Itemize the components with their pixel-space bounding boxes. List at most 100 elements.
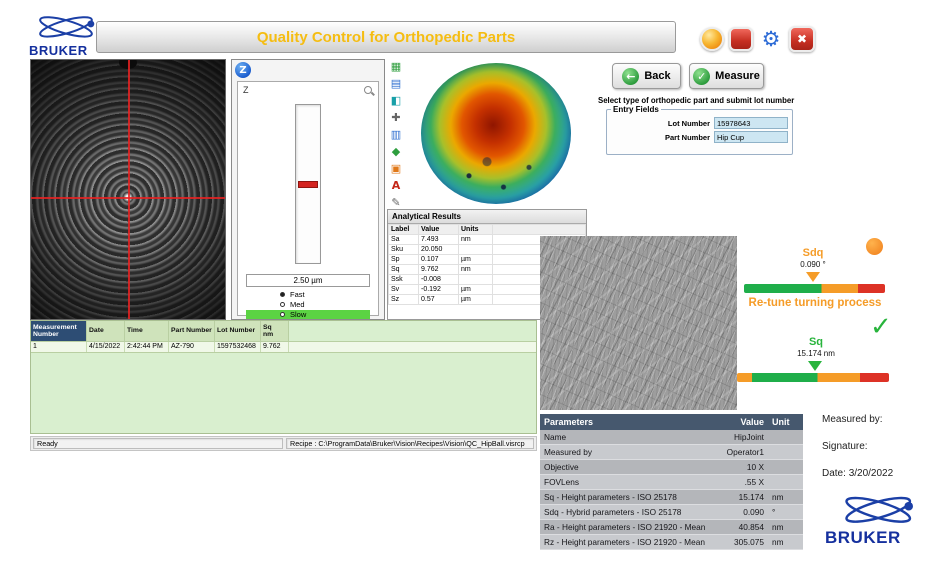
analysis-col-filler: [493, 225, 586, 235]
surface-map-panel: [405, 59, 587, 209]
speed-option-slow[interactable]: Slow: [246, 310, 370, 319]
back-arrow-icon: ←: [622, 68, 639, 85]
lot-number-label: Lot Number: [668, 119, 710, 128]
signature-block: Measured by: Signature: Date: 3/20/2022: [822, 414, 947, 495]
parameter-row: Measured byOperator1: [540, 445, 803, 460]
close-button[interactable]: ✖: [789, 26, 815, 52]
close-icon: ✖: [797, 32, 807, 46]
bruker-atom-icon: [26, 14, 104, 45]
back-button[interactable]: ← Back: [612, 63, 681, 89]
lot-number-input[interactable]: [714, 117, 788, 129]
z-stage-panel: Z Z 2.50 µm Fast Med Slow: [231, 59, 385, 320]
column-measurement-number: Measurement Number: [31, 321, 87, 341]
analysis-col-label: Label: [389, 225, 419, 235]
sdq-label: Sdq: [788, 247, 838, 259]
entry-fields-group: Entry Fields Lot Number Part Number: [606, 105, 793, 155]
analysis-col-value: Value: [419, 225, 459, 235]
measurement-history-table: Measurement Number Date Time Part Number…: [30, 320, 537, 434]
signature-label: Signature:: [822, 441, 947, 452]
bruker-logo-footer: BRUKER: [822, 494, 932, 548]
toolbar-icon-histogram[interactable]: ▥: [389, 128, 404, 142]
toolbar-icon-mask[interactable]: ◧: [389, 94, 404, 108]
title-bar: Quality Control for Orthopedic Parts: [96, 21, 676, 53]
status-lamp-button[interactable]: [700, 27, 724, 51]
analysis-col-units: Units: [459, 225, 493, 235]
sdq-scale-bar: [744, 284, 885, 293]
parameters-table: Parameters Value Unit NameHipJoint Measu…: [540, 414, 803, 550]
brand-name: BRUKER: [29, 43, 88, 58]
column-time: Time: [125, 321, 169, 341]
measurement-row[interactable]: 1 4/15/2022 2:42:44 PM AZ-790 1597532468…: [31, 341, 536, 353]
part-number-input[interactable]: [714, 131, 788, 143]
bruker-atom-icon: [822, 494, 932, 532]
entry-fields-legend: Entry Fields: [611, 105, 661, 114]
unit-col-header: Unit: [768, 414, 803, 430]
part-number-label: Part Number: [665, 133, 710, 142]
status-bar: Ready Recipe : C:\ProgramData\Bruker\Vis…: [30, 436, 537, 451]
sq-label: Sq: [792, 336, 840, 348]
crosshair-vertical-icon: [128, 60, 130, 319]
toolbar-icon-dataset[interactable]: ▦: [389, 60, 404, 74]
z-step-value: 2.50 µm: [246, 274, 370, 287]
recipe-path: Recipe : C:\ProgramData\Bruker\Vision\Re…: [286, 438, 534, 449]
speed-option-fast[interactable]: Fast: [246, 290, 370, 299]
measured-by-label: Measured by:: [822, 414, 947, 425]
z-slider-track[interactable]: [295, 104, 321, 264]
warning-dot-icon: [866, 238, 883, 255]
magnifier-icon[interactable]: [364, 86, 372, 94]
stop-button[interactable]: [729, 27, 753, 51]
value-col-header: Value: [712, 414, 768, 430]
status-text: Ready: [33, 438, 283, 449]
measure-check-icon: ✓: [693, 68, 710, 85]
speed-option-med[interactable]: Med: [246, 300, 370, 309]
instruction-text: Select type of orthopedic part and submi…: [598, 96, 798, 105]
radio-dot-icon: [280, 302, 285, 307]
parameter-row: Rz - Height parameters - ISO 21920 - Mea…: [540, 535, 803, 550]
brand-name: BRUKER: [825, 528, 901, 548]
display-toolbar: ▦ ▤ ◧ ✚ ▥ ◆ ▣ A ✎: [387, 60, 405, 210]
speed-label: Med: [290, 300, 305, 309]
sdq-marker-icon: [806, 272, 820, 282]
camera-live-view: [30, 59, 226, 320]
page-title: Quality Control for Orthopedic Parts: [257, 29, 515, 46]
parameter-row: FOVLens.55 X: [540, 475, 803, 490]
settings-button[interactable]: ⚙: [758, 26, 784, 52]
sdq-value: 0.090 °: [783, 260, 843, 269]
toolbar-icon-edit[interactable]: ✎: [389, 196, 404, 210]
speed-label: Fast: [290, 290, 305, 299]
measurement-table-header: Measurement Number Date Time Part Number…: [31, 321, 536, 341]
sq-scale-bar: [737, 373, 889, 382]
measure-button[interactable]: ✓ Measure: [689, 63, 764, 89]
parameter-row: Objective10 X: [540, 460, 803, 475]
toolbar-icon-annotation[interactable]: A: [389, 179, 404, 193]
parameter-row: NameHipJoint: [540, 430, 803, 445]
parameter-row: Sdq - Hybrid parameters - ISO 251780.090…: [540, 505, 803, 520]
parameter-row: Sq - Height parameters - ISO 2517815.174…: [540, 490, 803, 505]
back-button-label: Back: [644, 70, 670, 82]
column-date: Date: [87, 321, 125, 341]
parameter-row: Ra - Height parameters - ISO 21920 - Mea…: [540, 520, 803, 535]
column-part-number: Part Number: [169, 321, 215, 341]
toolbar-icon-region[interactable]: ▣: [389, 162, 404, 176]
sq-marker-icon: [808, 361, 822, 371]
analytical-results-title: Analytical Results: [388, 210, 586, 224]
z-stage-body: Z 2.50 µm Fast Med Slow: [237, 81, 379, 316]
lot-number-row: Lot Number: [611, 117, 788, 129]
radio-dot-icon: [280, 312, 285, 317]
z-axis-icon[interactable]: Z: [235, 62, 251, 78]
part-number-row: Part Number: [611, 131, 788, 143]
date-line: Date: 3/20/2022: [822, 468, 947, 479]
z-axis-label: Z: [243, 85, 249, 95]
z-slider-handle[interactable]: [298, 181, 318, 188]
toolbar-icon-crosshair[interactable]: ✚: [389, 111, 404, 125]
pass-check-icon: ✓: [870, 312, 892, 342]
toolbar-icon-display-mode[interactable]: ▤: [389, 77, 404, 91]
surface-height-map: [421, 63, 571, 204]
date-value: 3/20/2022: [849, 468, 894, 479]
toolbar-icon-3d-view[interactable]: ◆: [389, 145, 404, 159]
retune-message: Re-tune turning process: [735, 297, 895, 309]
z-icon-letter: Z: [239, 65, 246, 76]
date-label: Date:: [822, 468, 846, 479]
bruker-logo: BRUKER: [26, 14, 104, 58]
radio-dot-icon: [280, 292, 285, 297]
